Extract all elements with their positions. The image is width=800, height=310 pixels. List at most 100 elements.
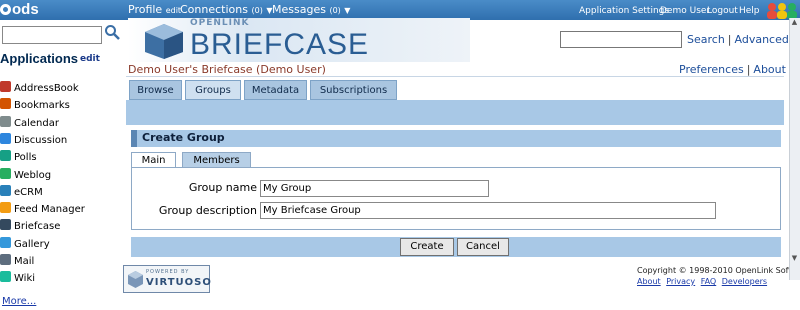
virtuoso-emblem-icon <box>128 271 143 288</box>
tab-metadata[interactable]: Metadata <box>244 80 307 100</box>
search-input[interactable] <box>560 31 682 48</box>
people-icon[interactable] <box>765 1 799 19</box>
feed-manager-icon <box>0 202 11 214</box>
tab-subscriptions-label: Subscriptions <box>319 85 388 96</box>
tab-groups[interactable]: Groups <box>185 80 241 100</box>
ecrm-icon <box>0 184 11 196</box>
sidebar-item-label: Polls <box>14 152 37 164</box>
chevron-down-icon[interactable]: ▼ <box>344 6 350 15</box>
briefcase-logo-icon <box>145 24 183 59</box>
preferences-link[interactable]: Preferences <box>679 63 744 76</box>
sidebar-item-gallery[interactable]: Gallery <box>0 236 50 253</box>
more-applications-link[interactable]: More... <box>2 296 36 307</box>
sidebar-item-polls[interactable]: Polls <box>0 150 37 166</box>
search-link[interactable]: Search <box>687 33 725 46</box>
group-name-field[interactable]: My Group <box>260 180 489 197</box>
vertical-scrollbar[interactable] <box>789 18 800 280</box>
sidebar-item-mail[interactable]: Mail <box>0 254 34 270</box>
powered-by-text: POWERED BY <box>146 269 190 275</box>
mail-icon <box>0 254 11 265</box>
tab-main[interactable]: Main <box>131 152 176 168</box>
sidebar-item-label: Briefcase <box>14 221 61 233</box>
application-settings-link[interactable]: Application Settings <box>579 6 669 16</box>
sidebar-item-label: Calendar <box>14 117 59 129</box>
weblog-icon <box>0 167 11 179</box>
form-actions-bar <box>131 237 781 257</box>
help-link[interactable]: Help <box>739 6 760 16</box>
sidebar-item-ecrm[interactable]: eCRM <box>0 184 43 201</box>
sidebar-item-label: Bookmarks <box>14 100 70 112</box>
sidebar-item-label: eCRM <box>14 186 43 198</box>
sidebar-item-label: Discussion <box>14 134 68 146</box>
create-group-form <box>131 167 781 230</box>
search-icon[interactable] <box>104 24 120 40</box>
group-description-value: My Briefcase Group <box>263 205 361 216</box>
virtuoso-text: VIRTUOSO <box>146 277 212 288</box>
virtuoso-logo[interactable]: POWERED BY VIRTUOSO <box>123 265 212 293</box>
advanced-search-link[interactable]: Advanced <box>735 33 789 46</box>
briefcase-icon <box>0 219 11 231</box>
page-title[interactable]: Demo User's Briefcase (Demo User) <box>128 63 326 76</box>
footer-faq-link[interactable]: FAQ <box>701 277 717 286</box>
footer-about-link[interactable]: About <box>637 277 661 286</box>
tab-browse-label: Browse <box>137 85 174 96</box>
tab-content-strip <box>126 100 784 125</box>
top-bar: ods Profile edit Connections (0) ▼ Messa… <box>0 0 800 20</box>
tab-browse[interactable]: Browse <box>129 80 182 100</box>
calendar-icon <box>0 115 11 127</box>
app-title: BRIEFCASE <box>190 28 370 61</box>
tab-main-label: Main <box>141 155 166 166</box>
sidebar-item-wiki[interactable]: Wiki <box>0 271 35 287</box>
sidebar-item-discussion[interactable]: Discussion <box>0 132 68 149</box>
sidebar-search-input[interactable] <box>2 26 102 44</box>
sidebar-item-calendar[interactable]: Calendar <box>0 115 59 132</box>
tab-groups-label: Groups <box>195 85 231 96</box>
about-link[interactable]: About <box>753 63 786 76</box>
cancel-button-label: Cancel <box>466 241 500 252</box>
sidebar-item-bookmarks[interactable]: Bookmarks <box>0 98 70 114</box>
create-button[interactable]: Create <box>400 238 454 256</box>
sidebar-item-feed-manager[interactable]: Feed Manager <box>0 202 85 218</box>
tab-members-label: Members <box>193 155 240 166</box>
tab-members[interactable]: Members <box>182 152 251 168</box>
sidebar-item-label: AddressBook <box>14 83 79 94</box>
bookmarks-icon <box>0 98 11 110</box>
connections-link[interactable]: Connections <box>180 3 248 16</box>
create-button-label: Create <box>410 241 444 252</box>
footer-links: About Privacy FAQ Developers <box>637 277 770 286</box>
scroll-up-arrow-icon[interactable]: ▲ <box>789 18 800 28</box>
tab-metadata-label: Metadata <box>251 85 300 96</box>
messages-count: (0) <box>329 6 341 15</box>
logout-link[interactable]: Logout <box>707 6 738 16</box>
group-name-value: My Group <box>263 183 312 194</box>
applications-title: Applications <box>0 51 79 66</box>
cancel-button[interactable]: Cancel <box>457 238 509 256</box>
sidebar-item-briefcase[interactable]: Briefcase <box>0 219 60 235</box>
addressbook-icon <box>0 81 11 92</box>
connections-menu[interactable]: Connections (0) ▼ <box>180 3 272 16</box>
messages-menu[interactable]: Messages (0) ▼ <box>272 3 350 16</box>
sidebar-item-label: Wiki <box>14 273 36 285</box>
sidebar-item-label: Feed Manager <box>14 204 85 216</box>
user-link[interactable]: Demo User <box>660 6 710 16</box>
profile-link[interactable]: Profile <box>128 3 162 16</box>
applications-edit-link[interactable]: edit <box>80 54 100 64</box>
sidebar-item-weblog[interactable]: Weblog <box>0 167 51 184</box>
sidebar-item-label: Mail <box>14 256 35 267</box>
group-name-label: Group name <box>188 181 257 194</box>
profile-edit-link[interactable]: edit <box>166 6 181 15</box>
ods-logo-text: ods <box>12 1 39 18</box>
footer-privacy-link[interactable]: Privacy <box>666 277 695 286</box>
sidebar-item-addressbook[interactable]: AddressBook <box>0 81 79 97</box>
footer-developers-link[interactable]: Developers <box>722 277 767 286</box>
tab-subscriptions[interactable]: Subscriptions <box>310 80 397 100</box>
group-description-label: Group description <box>158 204 257 217</box>
messages-link[interactable]: Messages <box>272 3 326 16</box>
polls-icon <box>0 150 11 162</box>
ods-logo[interactable]: ods <box>0 1 39 18</box>
profile-menu[interactable]: Profile edit <box>128 3 181 16</box>
scroll-down-arrow-icon[interactable]: ▼ <box>789 254 800 264</box>
group-description-field[interactable]: My Briefcase Group <box>260 202 716 219</box>
preference-links: Preferences | About <box>679 63 786 76</box>
gallery-icon <box>0 236 11 248</box>
